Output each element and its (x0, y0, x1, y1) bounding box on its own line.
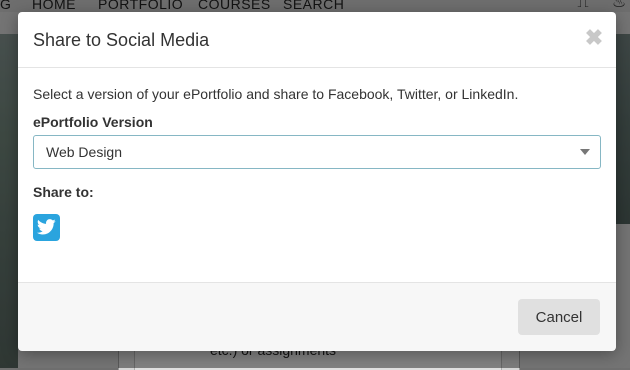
close-icon[interactable]: ✖ (582, 26, 606, 50)
modal-footer: Cancel (18, 282, 616, 351)
twitter-icon (37, 219, 56, 235)
modal-title: Share to Social Media (33, 30, 210, 50)
share-modal: Share to Social Media ✖ Select a version… (18, 12, 616, 351)
twitter-share-button[interactable] (33, 214, 60, 241)
version-select-value: Web Design (46, 144, 123, 160)
share-label: Share to: (33, 184, 94, 200)
chevron-down-icon (580, 149, 590, 155)
modal-header: Share to Social Media ✖ (18, 12, 616, 68)
modal-description: Select a version of your ePortfolio and … (33, 86, 519, 102)
version-label: ePortfolio Version (33, 114, 153, 130)
version-select[interactable]: Web Design (33, 135, 601, 169)
cancel-button[interactable]: Cancel (518, 299, 600, 335)
